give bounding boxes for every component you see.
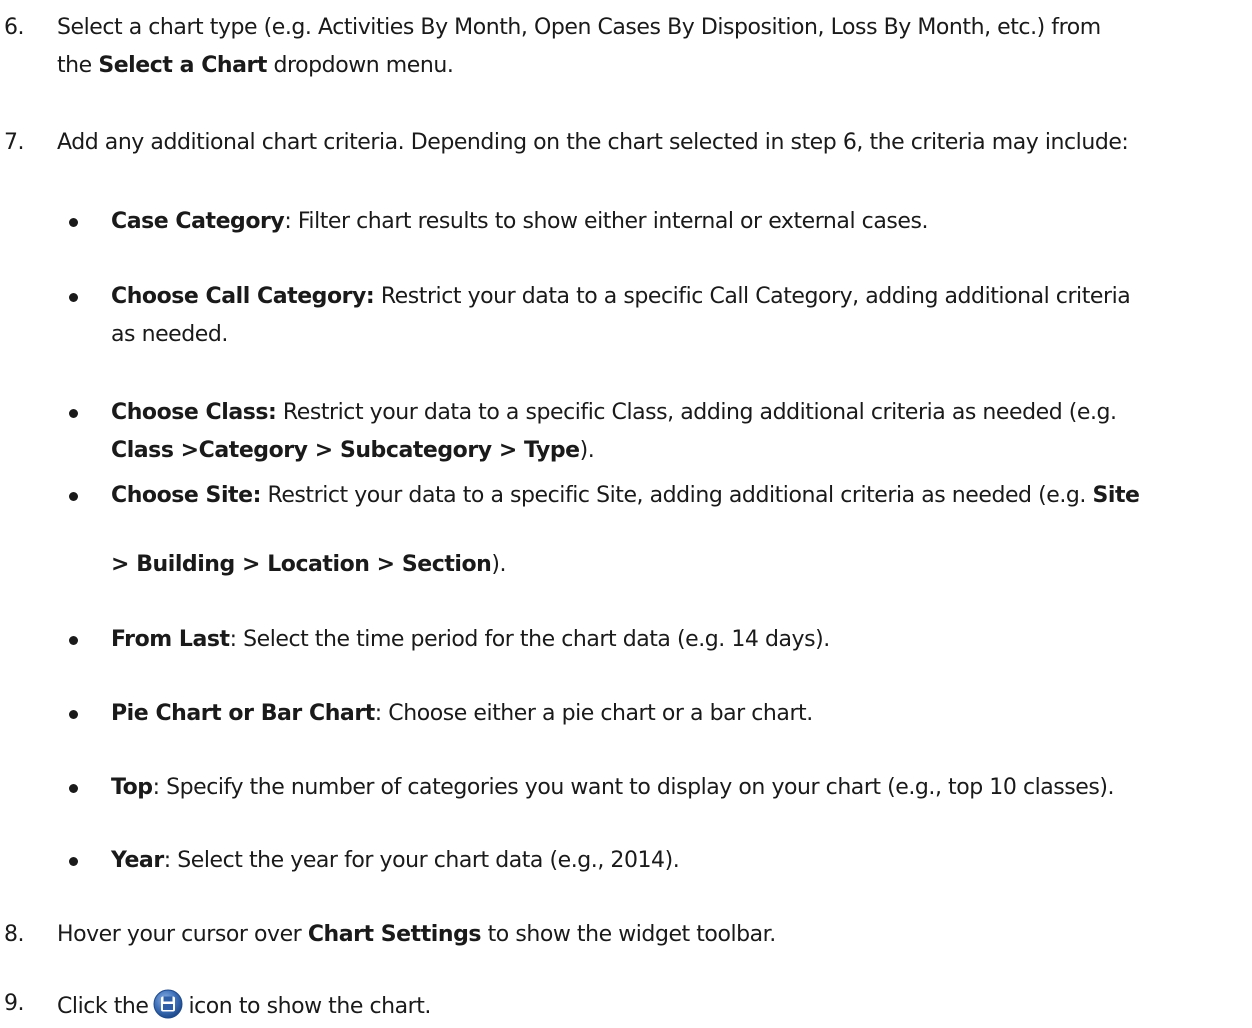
step-8-text-end: to show the widget toolbar. [481,922,777,947]
site-label: Choose Site: [111,483,261,508]
class-path-end: ). [579,438,595,463]
criteria-from-last: From Last: Select the time period for th… [111,625,830,655]
bullet-icon [69,784,78,793]
site-path: > Building > Location > Section [111,552,492,577]
step-8-text-start: Hover your cursor over [57,922,308,947]
step-9-text: Click the icon to show the chart. [57,989,431,1022]
case-category-label: Case Category [111,209,285,234]
year-label: Year [111,848,164,873]
from-last-text: : Select the time period for the chart d… [229,627,831,652]
criteria-call-category: Choose Call Category: Restrict your data… [111,282,1131,312]
class-text: Restrict your data to a specific Class, … [276,400,1117,425]
step-6-line-2: the Select a Chart dropdown menu. [57,51,454,81]
site-path-end: ). [491,552,507,577]
bullet-icon [69,293,78,302]
call-category-text-2: as needed. [111,322,228,347]
bullet-icon [69,710,78,719]
year-text: : Select the year for your chart data (e… [163,848,680,873]
step-6-text: the [57,53,99,78]
criteria-case-category: Case Category: Filter chart results to s… [111,207,928,237]
criteria-site: Choose Site: Restrict your data to a spe… [111,481,1140,511]
pie-bar-text: : Choose either a pie chart or a bar cha… [374,701,813,726]
step-6-line-1: Select a chart type (e.g. Activities By … [57,15,1101,40]
select-a-chart-label: Select a Chart [98,53,267,78]
bullet-icon [69,857,78,866]
step-7-number: 7. [4,130,25,155]
site-path-start: Site [1092,483,1140,508]
call-category-text: Restrict your data to a specific Call Ca… [374,284,1131,309]
step-8-number: 8. [4,922,25,947]
bullet-icon [69,636,78,645]
top-label: Top [111,775,153,800]
class-label: Choose Class: [111,400,277,425]
criteria-pie-bar: Pie Chart or Bar Chart: Choose either a … [111,699,813,729]
chart-settings-label: Chart Settings [307,922,482,947]
step-9-text-start: Click the [57,994,149,1019]
bullet-icon [69,409,78,418]
case-category-text: : Filter chart results to show either in… [284,209,928,234]
step-9-number: 9. [4,991,25,1016]
class-path: Class >Category > Subcategory > Type [111,438,580,463]
site-text: Restrict your data to a specific Site, a… [260,483,1093,508]
step-6-text-end: dropdown menu. [266,53,454,78]
step-6-number: 6. [4,15,25,40]
criteria-top: Top: Specify the number of categories yo… [111,773,1115,803]
step-9-text-end: icon to show the chart. [188,994,431,1019]
class-path-line: Class >Category > Subcategory > Type). [111,436,595,466]
bullet-icon [69,492,78,501]
criteria-year: Year: Select the year for your chart dat… [111,846,680,876]
bullet-icon [69,218,78,227]
criteria-class: Choose Class: Restrict your data to a sp… [111,398,1117,428]
pie-bar-label: Pie Chart or Bar Chart [111,701,375,726]
step-7-text: Add any additional chart criteria. Depen… [57,130,1129,155]
top-text: : Specify the number of categories you w… [152,775,1115,800]
save-icon [153,989,183,1019]
from-last-label: From Last [111,627,230,652]
call-category-label: Choose Call Category: [111,284,375,309]
site-path-line: > Building > Location > Section). [111,550,506,580]
step-8-text: Hover your cursor over Chart Settings to… [57,920,776,950]
